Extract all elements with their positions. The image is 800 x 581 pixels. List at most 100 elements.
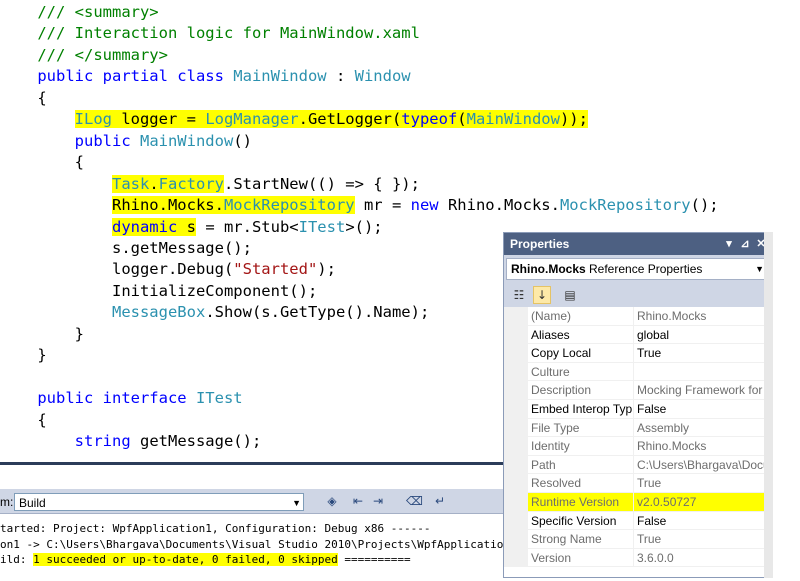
property-name: Runtime Version [528,493,634,512]
property-row-gutter [504,511,528,531]
code-token: ); [317,260,336,279]
property-row[interactable]: Path C:\Users\Bhargava\Docu [504,455,766,475]
property-row[interactable]: Culture [504,362,766,382]
property-name: Copy Local [528,344,634,363]
property-row[interactable]: Embed Interop Typ False [504,400,766,419]
property-row[interactable]: Identity Rhino.Mocks [504,437,766,456]
property-row[interactable]: Resolved True [504,474,766,493]
code-token: .Show(s.GetType().Name); [205,303,430,322]
code-line: { [0,151,84,173]
property-value: Rhino.Mocks [634,307,766,326]
selected-object-type: Reference Properties [585,262,703,276]
property-row[interactable]: Runtime Version v2.0.50727 [504,493,766,512]
alphabetical-icon[interactable]: ↓ [533,286,551,304]
property-row[interactable]: Version 3.6.0.0 [504,548,766,568]
code-line: public MainWindow() [0,130,252,152]
object-selector[interactable]: Rhino.Mocks Reference Properties ▼ [506,258,768,280]
property-row[interactable]: Specific Version False [504,511,766,531]
code-token: Task [111,174,150,193]
code-line: public interface ITest [0,387,243,409]
chevron-down-icon[interactable]: ▼ [755,259,764,279]
property-row[interactable]: Copy Local True [504,344,766,363]
code-token: { [0,88,47,107]
code-token: ITest [195,389,243,408]
show-output-from-label: m: [0,495,14,509]
properties-scrollbar[interactable] [764,232,773,578]
property-name: Specific Version [528,511,634,531]
output-source-combo[interactable]: Build ▼ [14,493,304,511]
code-token: Window [354,67,411,86]
code-token: getMessage(); [130,432,262,450]
code-line: Rhino.Mocks.MockRepository mr = new Rhin… [0,194,719,216]
code-token: public interface [0,389,196,408]
code-token: public partial class [0,67,234,86]
code-token: Rhino.Mocks. [111,196,224,215]
find-message-icon[interactable]: ◈ [324,493,340,509]
property-row[interactable]: File Type Assembly [504,418,766,438]
code-line: InitializeComponent(); [0,280,317,302]
code-line: logger.Debug("Started"); [0,258,336,280]
code-token: s [177,217,196,236]
code-line: s.getMessage(); [0,237,252,259]
code-line: MessageBox.Show(s.GetType().Name); [0,301,429,323]
pin-icon[interactable]: ⊿ [738,233,752,255]
code-token: ILog [74,110,112,129]
property-value[interactable]: False [634,512,766,531]
property-row[interactable]: Aliases global [504,325,766,345]
code-token: MockRepository [559,196,691,215]
property-name: Strong Name [528,530,634,549]
property-row[interactable]: (Name) Rhino.Mocks [504,307,766,326]
property-grid: (Name) Rhino.Mocks Aliases global Copy Local… [504,307,766,577]
code-token: mr = [354,196,411,215]
property-name: Embed Interop Typ [528,400,634,419]
output-line: ild: 1 succeeded or up-to-date, 0 failed… [0,552,411,567]
clear-all-icon[interactable]: ⌫ [406,493,423,509]
chevron-down-icon[interactable]: ▼ [292,494,301,512]
property-row-gutter [504,548,528,568]
property-value[interactable]: False [634,400,766,419]
code-token: MockRepository [223,196,355,215]
next-message-icon[interactable]: ⇥ [370,493,386,509]
window-menu-icon[interactable]: ▾ [722,233,736,255]
property-value[interactable]: global [634,326,766,345]
property-value: Rhino.Mocks [634,437,766,456]
property-row-gutter [504,437,528,456]
code-token: "Started" [233,260,318,279]
code-token: MainWindow [466,110,560,129]
code-line: ILog logger = LogManager.GetLogger(typeo… [0,108,588,130]
code-token: MainWindow [139,131,234,150]
code-token: s.getMessage(); [0,238,252,257]
code-token: new [410,196,439,215]
selected-object-name: Rhino.Mocks [511,262,586,276]
property-row-gutter [504,362,528,382]
property-value: True [634,530,766,549]
property-value: C:\Users\Bhargava\Docu [634,456,766,475]
right-margin [773,232,800,578]
code-token: } [0,346,47,365]
properties-toolbar: ☷ ↓ ▤ [504,283,772,307]
output-token: ========== [337,553,411,566]
properties-title: Properties [510,237,570,251]
property-name: Path [528,455,634,475]
code-line: } [0,323,84,345]
code-token: LogManager [205,110,299,129]
property-row[interactable]: Strong Name True [504,530,766,549]
code-token: dynamic [111,217,178,236]
property-row[interactable]: Description Mocking Framework for . [504,381,766,400]
code-token: )); [559,110,588,129]
output-token: ild: [0,553,34,566]
word-wrap-icon[interactable]: ↵ [432,493,448,509]
property-row-gutter [504,381,528,400]
categorized-icon[interactable]: ☷ [510,286,528,304]
code-token: . [149,174,159,193]
prev-message-icon[interactable]: ⇤ [350,493,366,509]
property-value[interactable]: True [634,344,766,363]
property-pages-icon[interactable]: ▤ [561,286,579,304]
code-token: InitializeComponent(); [0,281,318,300]
